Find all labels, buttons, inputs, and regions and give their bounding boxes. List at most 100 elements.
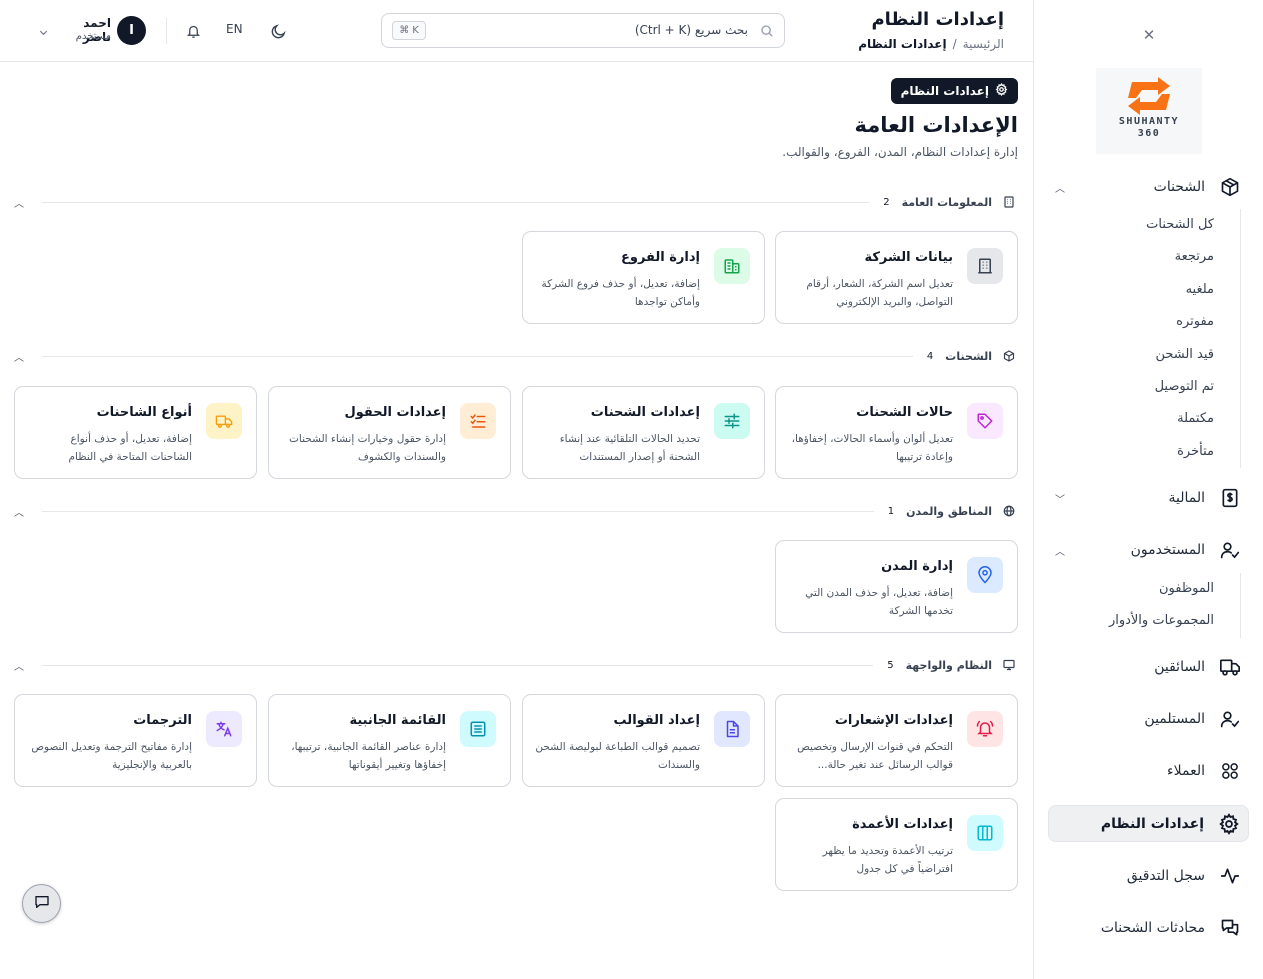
list-icon	[460, 711, 496, 747]
map-pin-icon	[967, 557, 1003, 593]
card-branches[interactable]: إدارة الفروع إضافة، تعديل، أو حذف فروع ا…	[522, 231, 765, 324]
box-icon	[1000, 350, 1018, 362]
search-input[interactable]: بحث سريع (Ctrl + K) ⌘ K	[381, 13, 785, 48]
chevron-down-icon[interactable]: ﹀	[1055, 491, 1067, 506]
card-columns[interactable]: إعدادات الأعمدة ترتيب الأعمدة وتحديد ما …	[775, 798, 1018, 891]
card-truck-types[interactable]: أنواع الشاحنات إضافة، تعديل، أو حذف أنوا…	[14, 386, 257, 479]
section-divider	[42, 510, 874, 512]
shipments-submenu: كل الشحنات مرتجعة ملغيه مفوتره قيد الشحن…	[1085, 209, 1241, 469]
sidebar-item-label: المستخدمون	[1130, 542, 1205, 558]
section-header-shipments[interactable]: الشحنات 4 ︿	[14, 346, 1018, 366]
card-description: إضافة، تعديل، أو حذف فروع الشركة وأماكن …	[541, 278, 700, 308]
card-title: إعداد القوالب	[613, 713, 700, 728]
card-company[interactable]: بيانات الشركة تعديل اسم الشركة، الشعار، …	[775, 231, 1018, 324]
moon-icon[interactable]	[268, 21, 288, 41]
sidebar-subitem[interactable]: مرتجعة	[1085, 241, 1240, 273]
section-label: النظام والواجهة	[905, 658, 992, 672]
card-title: بيانات الشركة	[864, 250, 953, 265]
sidebar-item-label: السائقين	[1154, 659, 1205, 675]
section-label: المناطق والمدن	[906, 504, 992, 518]
sidebar-item-shipments[interactable]: الشحنات ︿	[1055, 174, 1241, 200]
sidebar-item-label: المالية	[1168, 490, 1205, 506]
card-title: إعدادات الإشعارات	[834, 713, 953, 728]
main-subtitle: إدارة إعدادات النظام، المدن، الفروع، وال…	[782, 145, 1018, 159]
sidebar-subitem[interactable]: متأخرة	[1085, 436, 1240, 468]
card-shipment-settings[interactable]: إعدادات الشحنات تحديد الحالات التلقائية …	[522, 386, 765, 479]
chevron-up-icon[interactable]: ︿	[14, 504, 28, 519]
buildings-icon	[714, 248, 750, 284]
section-header-system[interactable]: النظام والواجهة 5 ︿	[14, 655, 1018, 675]
card-sidebar-menu[interactable]: القائمة الجانبية إدارة عناصر القائمة الج…	[268, 694, 511, 787]
sidebar-subitem[interactable]: قيد الشحن	[1085, 339, 1240, 371]
header-divider	[166, 18, 167, 44]
sidebar-item-drivers[interactable]: السائقين	[1055, 654, 1241, 680]
section-count: 1	[887, 505, 895, 517]
sidebar-item-settings[interactable]: إعدادات النظام	[1048, 805, 1249, 842]
card-description: تعديل اسم الشركة، الشعار، أرقام التواصل،…	[806, 278, 953, 308]
card-statuses[interactable]: حالات الشحنات تعديل ألوان وأسماء الحالات…	[775, 386, 1018, 479]
search-placeholder: بحث سريع (Ctrl + K)	[634, 23, 748, 37]
truck-icon	[1219, 656, 1241, 678]
card-title: إعدادات الشحنات	[590, 405, 700, 420]
chevron-up-icon[interactable]: ︿	[1055, 180, 1067, 195]
chevron-up-icon[interactable]: ︿	[14, 658, 28, 673]
logo-arrows-icon	[1128, 77, 1170, 115]
avatar[interactable]: I	[117, 16, 146, 45]
sidebar-item-chats[interactable]: محادثات الشحنات	[1055, 915, 1241, 941]
logo-text-line1: SHUHANTY	[1118, 116, 1180, 127]
card-fields[interactable]: إعدادات الحقول إدارة حقول وخيارات إنشاء …	[268, 386, 511, 479]
sidebar-item-label: إعدادات النظام	[1100, 815, 1204, 832]
sidebar-item-label: المستلمين	[1144, 711, 1205, 727]
sidebar: ✕ SHUHANTY 360 الشحنات ︿ كل الشحنات مرتج…	[1033, 0, 1263, 979]
breadcrumb: الرئيسية / إعدادات النظام	[858, 37, 1004, 51]
card-templates[interactable]: إعداد القوالب تصميم قوالب الطباعة لبوليص…	[522, 694, 765, 787]
card-description: تصميم قوالب الطباعة لبوليصة الشحن والسند…	[535, 741, 700, 771]
user-check-icon	[1219, 539, 1241, 561]
card-title: إدارة الفروع	[620, 250, 700, 265]
sidebar-item-receivers[interactable]: المستلمين	[1055, 706, 1241, 732]
section-header-general[interactable]: المعلومات العامة 2 ︿	[14, 192, 1018, 212]
sidebar-item-audit[interactable]: سجل التدقيق	[1055, 863, 1241, 889]
sidebar-item-label: محادثات الشحنات	[1100, 920, 1205, 936]
command-key: ⌘	[399, 25, 410, 36]
card-description: التحكم في قنوات الإرسال وتخصيص قوالب الر…	[797, 741, 953, 771]
sidebar-subitem[interactable]: المجموعات والأدوار	[1085, 605, 1240, 637]
chevron-up-icon[interactable]: ︿	[14, 195, 28, 210]
card-cities[interactable]: إدارة المدن إضافة، تعديل، أو حذف المدن ا…	[775, 540, 1018, 633]
card-notifications[interactable]: إعدادات الإشعارات التحكم في قنوات الإرسا…	[775, 694, 1018, 787]
card-translations[interactable]: الترجمات إدارة مفاتيح الترجمة وتعديل الن…	[14, 694, 257, 787]
bell-icon[interactable]	[183, 21, 203, 41]
gear-icon	[1218, 812, 1240, 835]
app-root: ✕ SHUHANTY 360 الشحنات ︿ كل الشحنات مرتج…	[0, 0, 1263, 979]
chat-fab-button[interactable]	[22, 884, 61, 923]
chevron-up-icon[interactable]: ︿	[1055, 543, 1067, 558]
sidebar-subitem[interactable]: مكتملة	[1085, 403, 1240, 435]
close-sidebar-icon[interactable]: ✕	[1141, 27, 1157, 43]
card-description: تحديد الحالات التلقائية عند إنشاء الشحنة…	[559, 433, 700, 463]
sidebar-item-finance[interactable]: المالية ﹀	[1055, 485, 1241, 511]
sidebar-subitem[interactable]: ملغيه	[1085, 274, 1240, 306]
sidebar-subitem[interactable]: الموظفون	[1085, 573, 1240, 605]
sidebar-subitem[interactable]: مفوتره	[1085, 306, 1240, 338]
chevron-down-icon[interactable]	[38, 23, 49, 42]
breadcrumb-home[interactable]: الرئيسية	[963, 37, 1004, 51]
search-icon	[760, 23, 774, 42]
sliders-icon	[714, 403, 750, 439]
sidebar-subitem[interactable]: كل الشحنات	[1085, 209, 1240, 241]
section-header-regions[interactable]: المناطق والمدن 1 ︿	[14, 501, 1018, 521]
logo-text-line2: 360	[1137, 128, 1161, 139]
sidebar-item-customers[interactable]: العملاء	[1055, 758, 1241, 784]
chat-bubbles-icon	[1219, 917, 1241, 939]
sidebar-item-label: الشحنات	[1153, 179, 1205, 195]
card-title: الترجمات	[133, 713, 192, 728]
building-icon	[1000, 196, 1018, 208]
language-toggle[interactable]: EN	[226, 22, 243, 36]
section-label: الشحنات	[945, 349, 992, 363]
card-title: إعدادات الأعمدة	[852, 817, 953, 832]
top-header: إعدادات النظام الرئيسية / إعدادات النظام…	[0, 0, 1033, 62]
sidebar-item-users[interactable]: المستخدمون ︿	[1055, 537, 1241, 563]
sidebar-subitem[interactable]: تم التوصيل	[1085, 371, 1240, 403]
card-title: إدارة المدن	[881, 559, 953, 574]
chevron-up-icon[interactable]: ︿	[14, 349, 28, 364]
globe-icon	[1000, 505, 1018, 517]
